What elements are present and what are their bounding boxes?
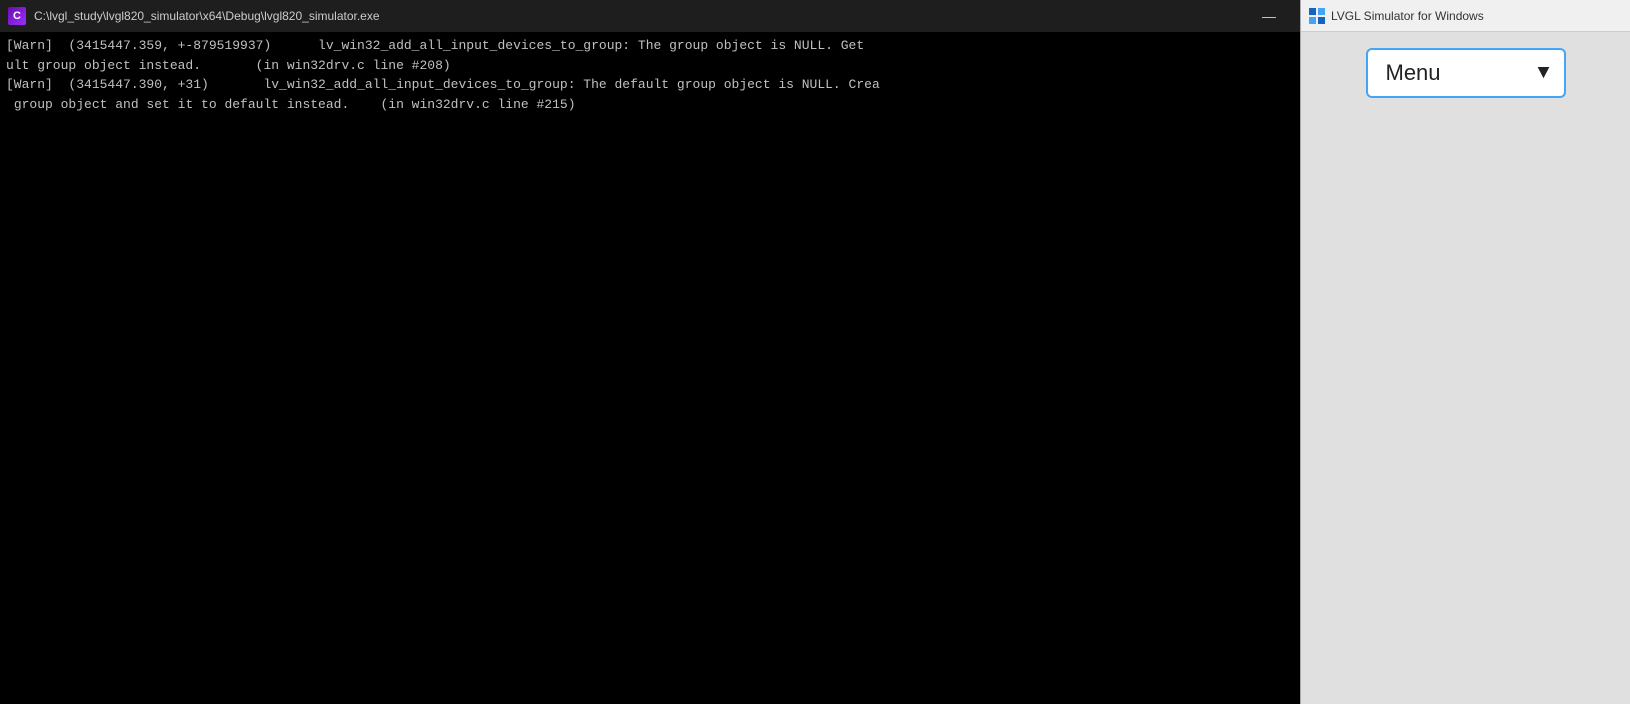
console-line-1: [Warn] (3415447.359, +-879519937) lv_win… <box>6 36 1294 56</box>
console-titlebar: C C:\lvgl_study\lvgl820_simulator\x64\De… <box>0 0 1300 32</box>
console-app-icon: C <box>8 7 26 25</box>
console-line-4: group object and set it to default inste… <box>6 95 1294 115</box>
console-line-2: ult group object instead. (in win32drv.c… <box>6 56 1294 76</box>
minimize-button[interactable]: — <box>1246 2 1292 30</box>
simulator-body: Menu ▼ <box>1301 32 1630 704</box>
menu-label: Menu <box>1386 60 1441 86</box>
simulator-title: LVGL Simulator for Windows <box>1331 9 1622 23</box>
console-window-controls: — <box>1246 2 1292 30</box>
simulator-titlebar: LVGL Simulator for Windows <box>1301 0 1630 32</box>
console-body: [Warn] (3415447.359, +-879519937) lv_win… <box>0 32 1300 704</box>
console-window: C C:\lvgl_study\lvgl820_simulator\x64\De… <box>0 0 1300 704</box>
simulator-window: LVGL Simulator for Windows Menu ▼ <box>1300 0 1630 704</box>
console-icon-letter: C <box>13 10 21 22</box>
menu-dropdown[interactable]: Menu ▼ <box>1366 48 1566 98</box>
dropdown-arrow-icon: ▼ <box>1537 62 1549 85</box>
console-line-3: [Warn] (3415447.390, +31) lv_win32_add_a… <box>6 75 1294 95</box>
simulator-app-icon <box>1309 8 1325 24</box>
console-title: C:\lvgl_study\lvgl820_simulator\x64\Debu… <box>34 9 1238 23</box>
